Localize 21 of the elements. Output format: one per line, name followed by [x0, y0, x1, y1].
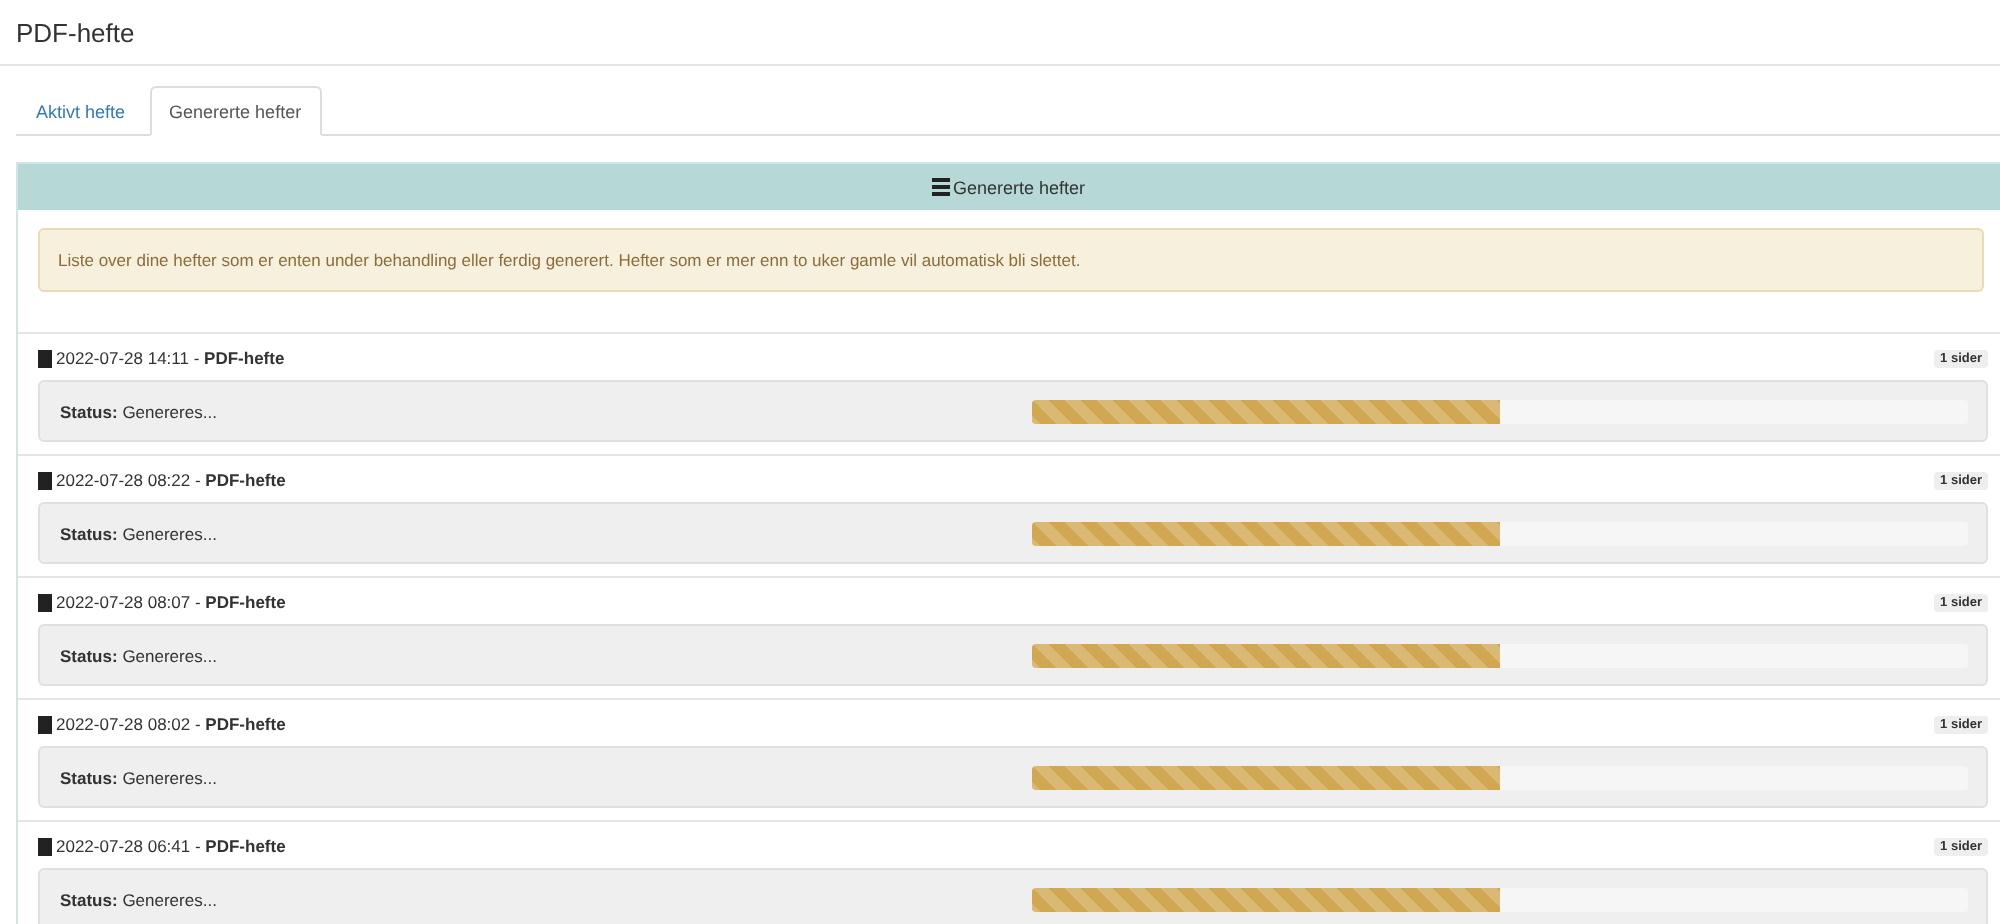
status-text: Status: Genereres...	[60, 523, 219, 543]
book-icon	[38, 349, 52, 367]
notice: Liste over dine hefter som er enten under behandling eller ferdig generert. Hefter som er mer enn to uker gamle vil automatisk bli slettet.	[38, 228, 1984, 292]
tab[interactable]: Genererte hefter	[149, 86, 322, 136]
booklet-title: 2022-07-28 08:07 - PDF-hefte	[56, 592, 286, 612]
list-icon	[932, 178, 951, 196]
status-text: Status: Genereres...	[60, 401, 219, 421]
book-icon	[38, 837, 52, 855]
booklet-title: 2022-07-28 06:41 - PDF-hefte	[56, 836, 286, 856]
booklet-title: 2022-07-28 14:11 - PDF-hefte	[56, 348, 285, 368]
book-icon	[38, 471, 52, 489]
status-text: Status: Genereres...	[60, 767, 219, 787]
panel-title: Genererte hefter	[952, 177, 1086, 197]
booklet-title: 2022-07-28 08:22 - PDF-hefte	[56, 470, 286, 490]
tab[interactable]: Aktivt hefte	[16, 86, 146, 136]
status-text: Status: Genereres...	[60, 645, 219, 665]
book-icon	[38, 593, 52, 611]
booklet-title: 2022-07-28 08:02 - PDF-hefte	[56, 714, 286, 734]
book-icon	[38, 715, 52, 733]
window-title: PDF-hefte	[16, 17, 135, 47]
status-text: Status: Genereres...	[60, 889, 219, 909]
